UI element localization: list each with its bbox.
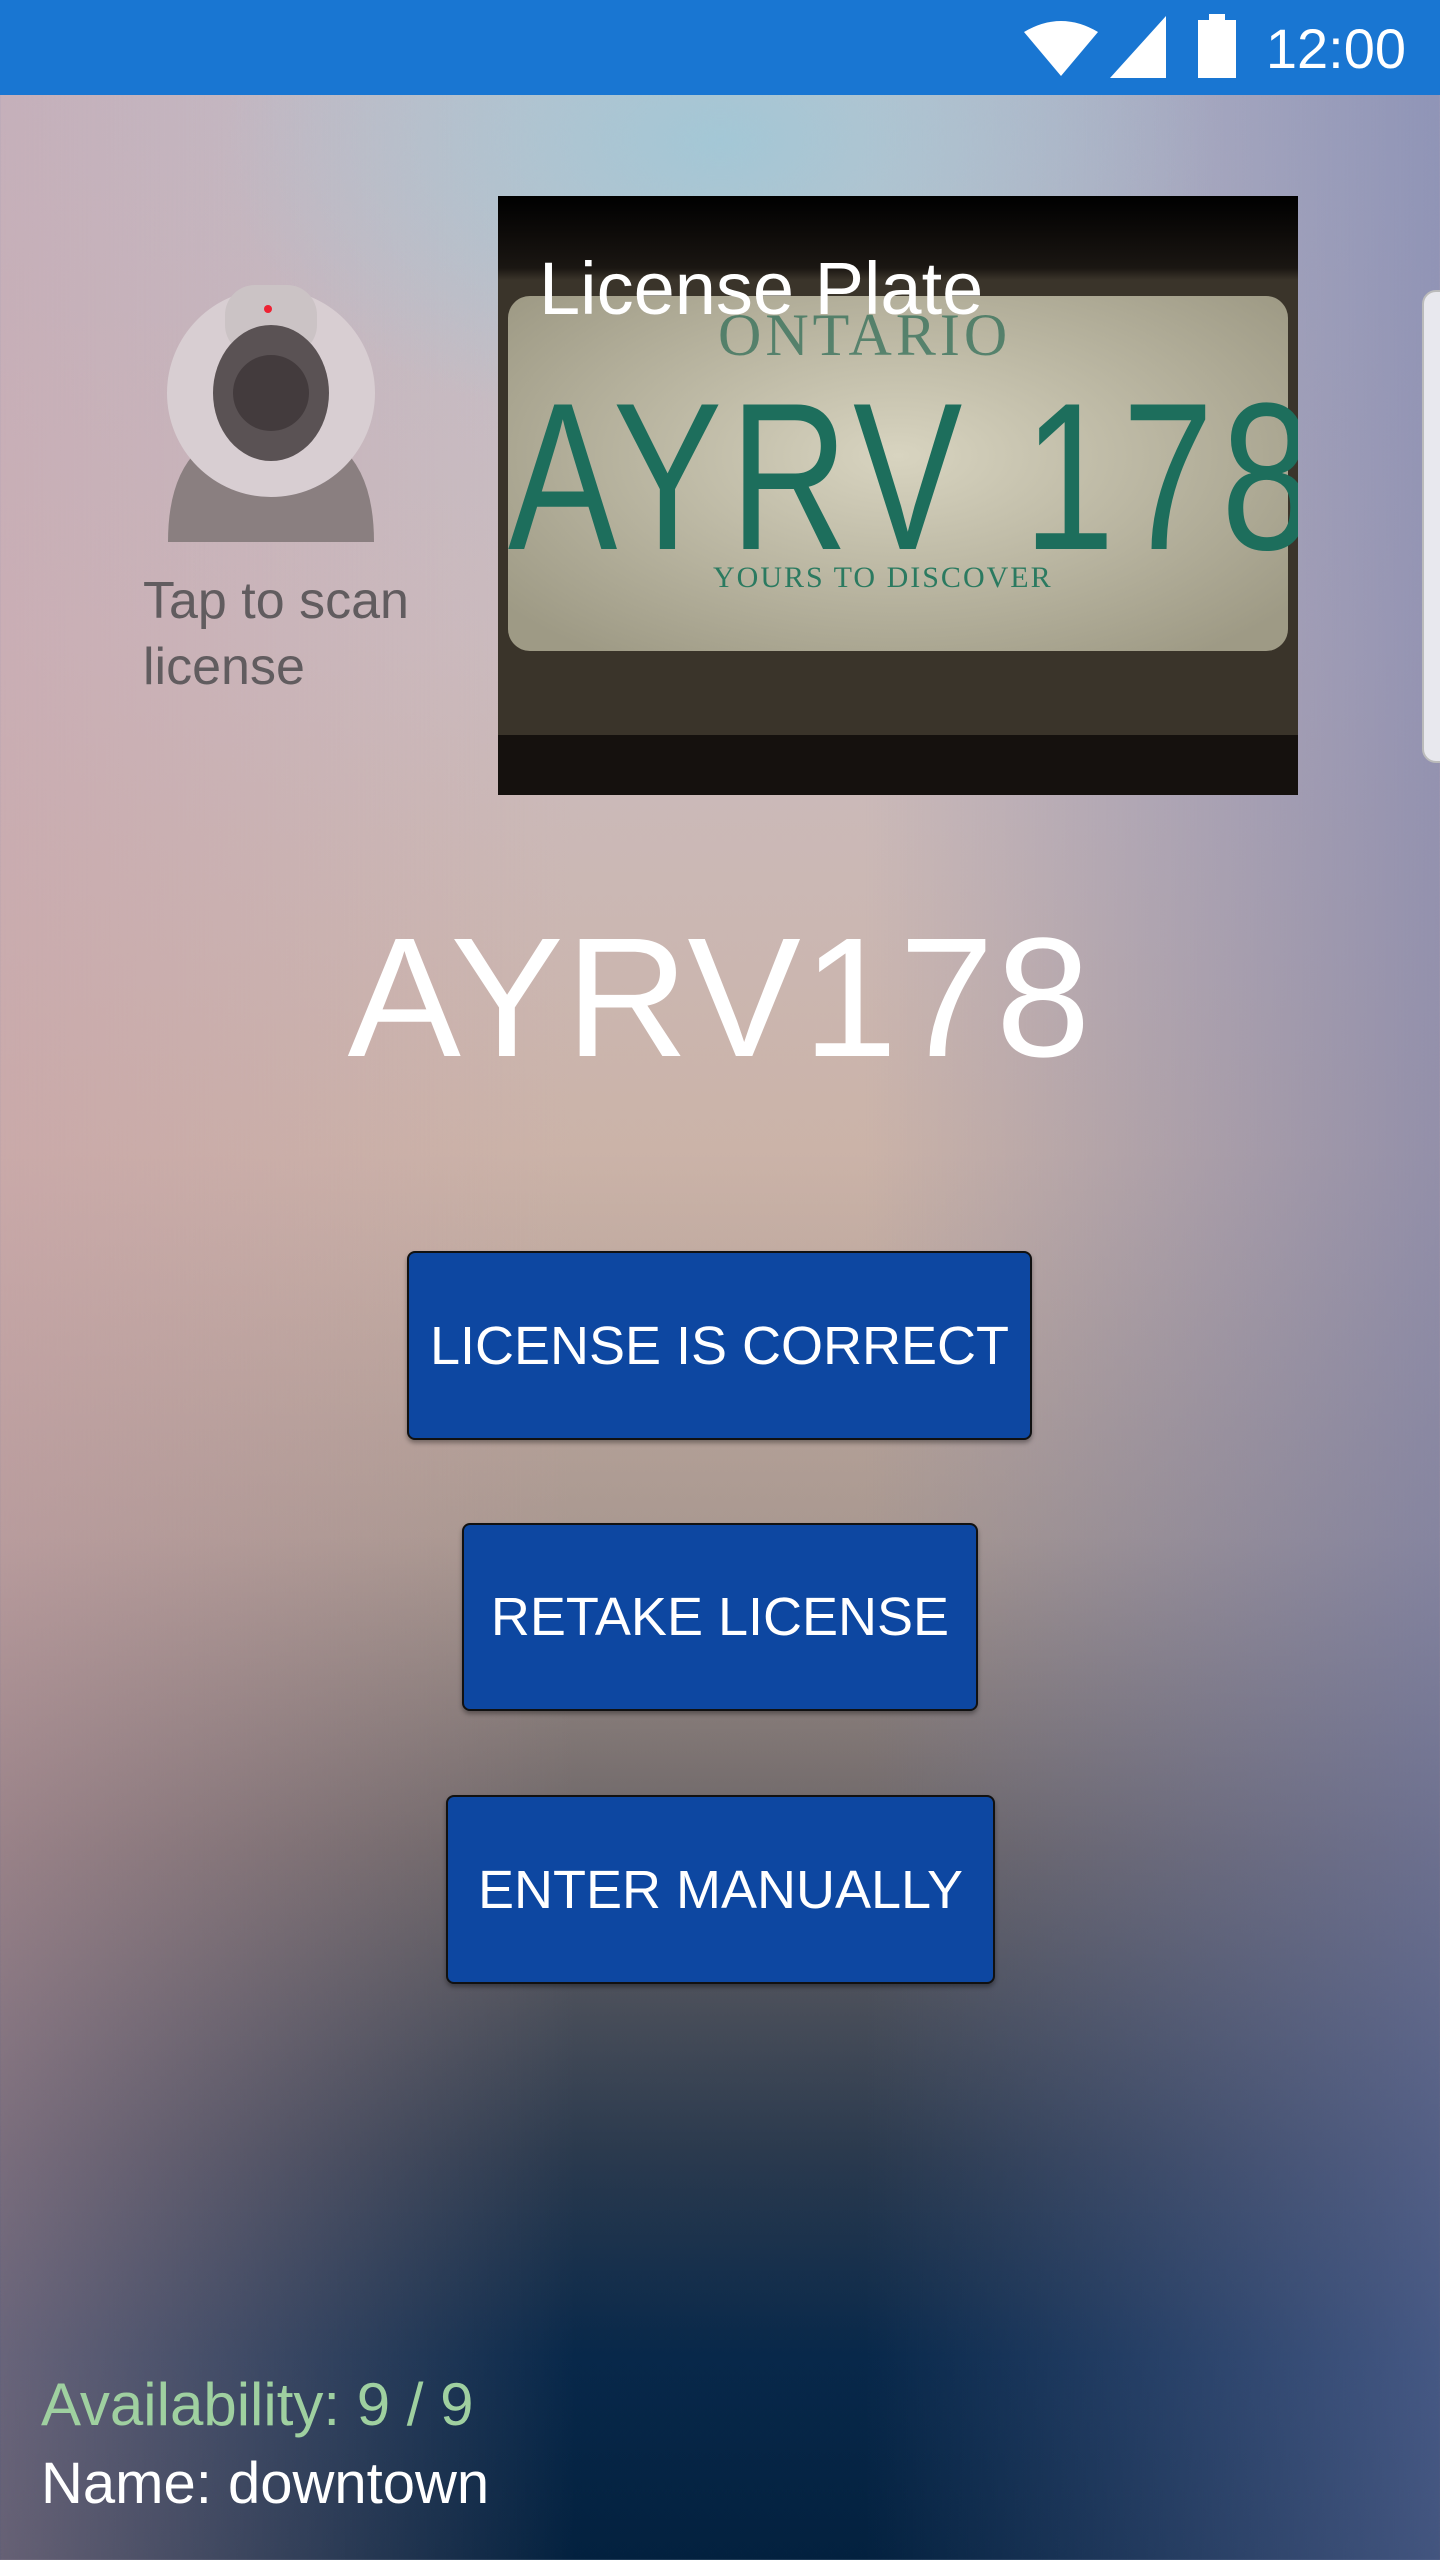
plate-motto: YOURS TO DISCOVER [713,561,1053,594]
enter-manually-button[interactable]: ENTER MANUALLY [446,1795,995,1984]
battery-icon [1198,14,1236,78]
cell-signal-icon [1110,16,1166,78]
retake-license-button[interactable]: RETAKE LICENSE [462,1523,978,1711]
availability-text: Availability: 9 / 9 [41,2371,474,2438]
webcam-icon [167,285,375,542]
status-bar: 12:00 [0,0,1440,95]
license-correct-button[interactable]: LICENSE IS CORRECT [407,1251,1032,1440]
location-name-text: Name: downtown [41,2451,490,2516]
clock: 12:00 [1265,17,1406,80]
scan-license-label[interactable]: Tap to scan license [143,568,463,700]
recognized-plate-text: AYRV178 [347,903,1093,1093]
license-plate-photo: ONTARIO AYRV 178 YOURS TO DISCOVER Licen… [498,196,1298,795]
photo-title: License Plate [539,247,984,330]
photo-background [498,735,1298,795]
plate-image: ONTARIO AYRV 178 YOURS TO DISCOVER [508,296,1298,651]
side-panel-edge[interactable] [1422,290,1440,763]
scan-license-button[interactable] [163,285,378,545]
